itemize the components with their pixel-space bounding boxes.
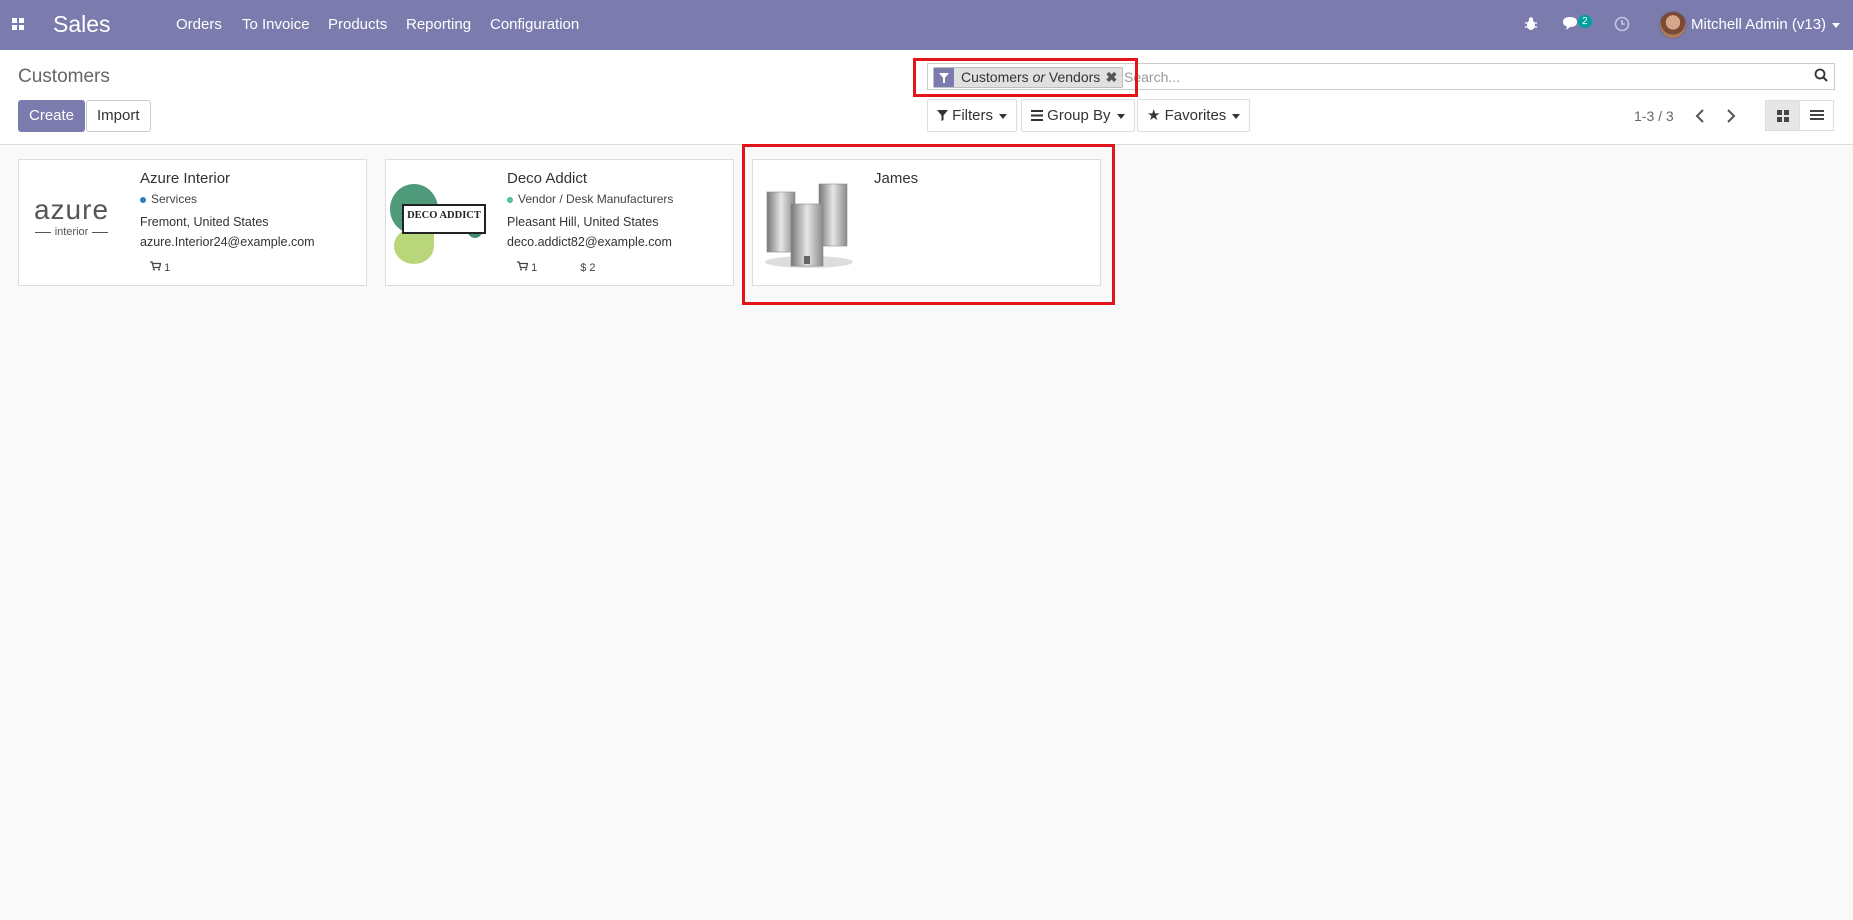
app-brand[interactable]: Sales — [53, 11, 111, 38]
kanban-card[interactable]: DECO ADDICT Deco Addict Vendor / Desk Ma… — [385, 159, 734, 286]
filter-icon — [937, 110, 948, 121]
card-tag: Services — [140, 192, 197, 206]
activity-clock-icon[interactable] — [1614, 16, 1630, 32]
card-location: Fremont, United States — [140, 215, 269, 229]
menu-products[interactable]: Products — [328, 16, 387, 33]
menu-reporting[interactable]: Reporting — [406, 16, 471, 33]
filters-dropdown[interactable]: Filters — [927, 99, 1018, 132]
pager-value[interactable]: 1-3 / 3 — [1634, 108, 1674, 124]
list-view-button[interactable] — [1799, 100, 1834, 131]
chevron-down-icon — [1116, 113, 1125, 119]
import-button[interactable]: Import — [86, 100, 151, 132]
card-stats: 1 — [150, 261, 210, 274]
card-email: deco.addict82@example.com — [507, 235, 672, 249]
filters-label: Filters — [952, 107, 994, 124]
search-icon[interactable] — [1814, 68, 1828, 82]
star-icon: ★ — [1147, 107, 1161, 124]
page-title: Customers — [18, 66, 110, 87]
search-input[interactable] — [1124, 66, 1804, 87]
kanban-card[interactable]: azure interior Azure Interior Services F… — [18, 159, 367, 286]
card-name: Azure Interior — [140, 170, 231, 187]
company-logo: azure interior — [29, 196, 114, 239]
groupby-label: Group By — [1047, 107, 1111, 124]
sales-orders-stat[interactable]: 1 — [150, 261, 190, 274]
user-name: Mitchell Admin (v13) — [1691, 16, 1827, 33]
company-logo: DECO ADDICT — [390, 184, 486, 264]
tag-color-dot — [140, 196, 146, 203]
menu-orders[interactable]: Orders — [176, 16, 222, 33]
chevron-down-icon — [1832, 22, 1841, 28]
kanban-icon — [1777, 110, 1789, 122]
messages-count-badge: 2 — [1578, 15, 1592, 28]
messages-icon[interactable] — [1562, 16, 1580, 31]
menu-to-invoice[interactable]: To Invoice — [242, 16, 310, 33]
favorites-dropdown[interactable]: ★ Favorites — [1137, 99, 1251, 132]
chevron-right-icon[interactable] — [1726, 109, 1736, 123]
card-stats: 1 $ 2 — [517, 261, 616, 274]
apps-menu-icon[interactable] — [12, 18, 24, 30]
card-tag: Vendor / Desk Manufacturers — [507, 192, 673, 206]
chevron-down-icon — [1232, 113, 1241, 119]
groupby-dropdown[interactable]: Group By — [1021, 99, 1135, 132]
kanban-view-button[interactable] — [1765, 100, 1800, 131]
user-menu[interactable]: Mitchell Admin (v13) — [1691, 16, 1841, 33]
menu-configuration[interactable]: Configuration — [490, 16, 579, 33]
invoices-stat[interactable]: $ 2 — [580, 262, 595, 274]
sales-orders-stat[interactable]: 1 — [517, 261, 557, 274]
card-email: azure.Interior24@example.com — [140, 235, 315, 249]
card-name: Deco Addict — [507, 170, 588, 187]
chevron-down-icon — [999, 113, 1008, 119]
chevron-left-icon[interactable] — [1695, 109, 1705, 123]
card-location: Pleasant Hill, United States — [507, 215, 659, 229]
highlight-box-search-facet — [913, 58, 1138, 97]
favorites-label: Favorites — [1164, 107, 1227, 124]
tag-color-dot — [507, 196, 513, 203]
shopping-cart-icon — [517, 261, 529, 271]
highlight-box-card — [742, 144, 1115, 305]
list-icon — [1810, 110, 1824, 122]
user-avatar[interactable] — [1659, 11, 1687, 39]
create-button[interactable]: Create — [18, 100, 86, 132]
debug-bug-icon[interactable] — [1524, 16, 1538, 32]
bars-icon — [1031, 110, 1043, 121]
shopping-cart-icon — [150, 261, 162, 271]
top-navbar: Sales Orders To Invoice Products Reporti… — [0, 0, 1853, 50]
